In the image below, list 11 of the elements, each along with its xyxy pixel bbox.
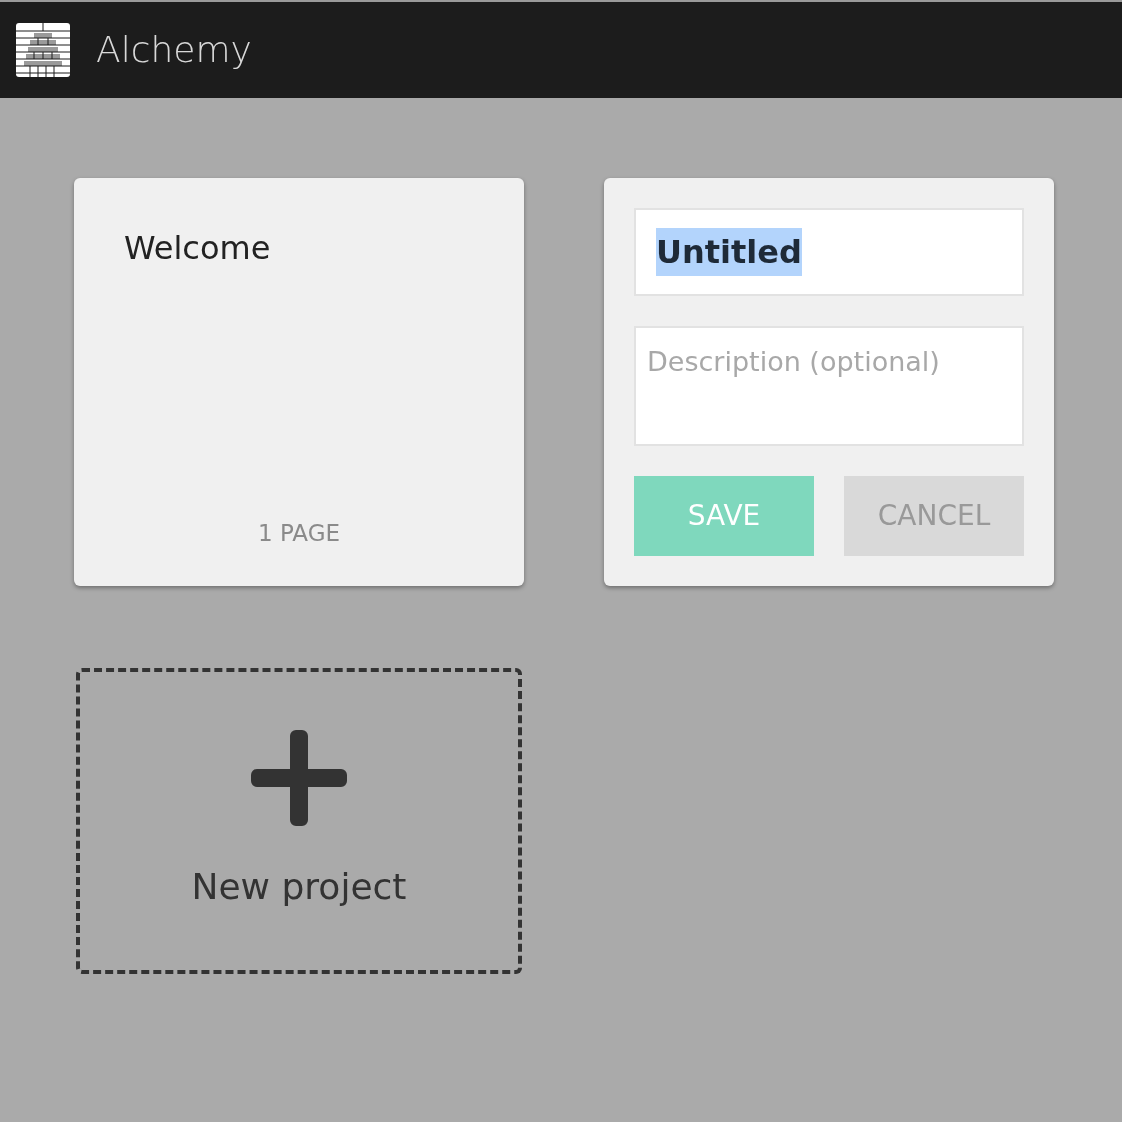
project-card[interactable]: Welcome 1 PAGE [74,178,524,586]
plus-icon [251,730,347,826]
description-placeholder: Description (optional) [647,346,940,377]
title-input-field[interactable]: Untitled [634,208,1024,296]
project-title: Welcome [124,228,271,269]
logo-icon [16,23,70,77]
new-project-tile[interactable]: New project [76,668,522,974]
new-project-label: New project [191,865,407,909]
app-title: Alchemy [96,28,252,72]
page-count: 1 PAGE [258,518,340,548]
title-value: Untitled [656,228,802,276]
